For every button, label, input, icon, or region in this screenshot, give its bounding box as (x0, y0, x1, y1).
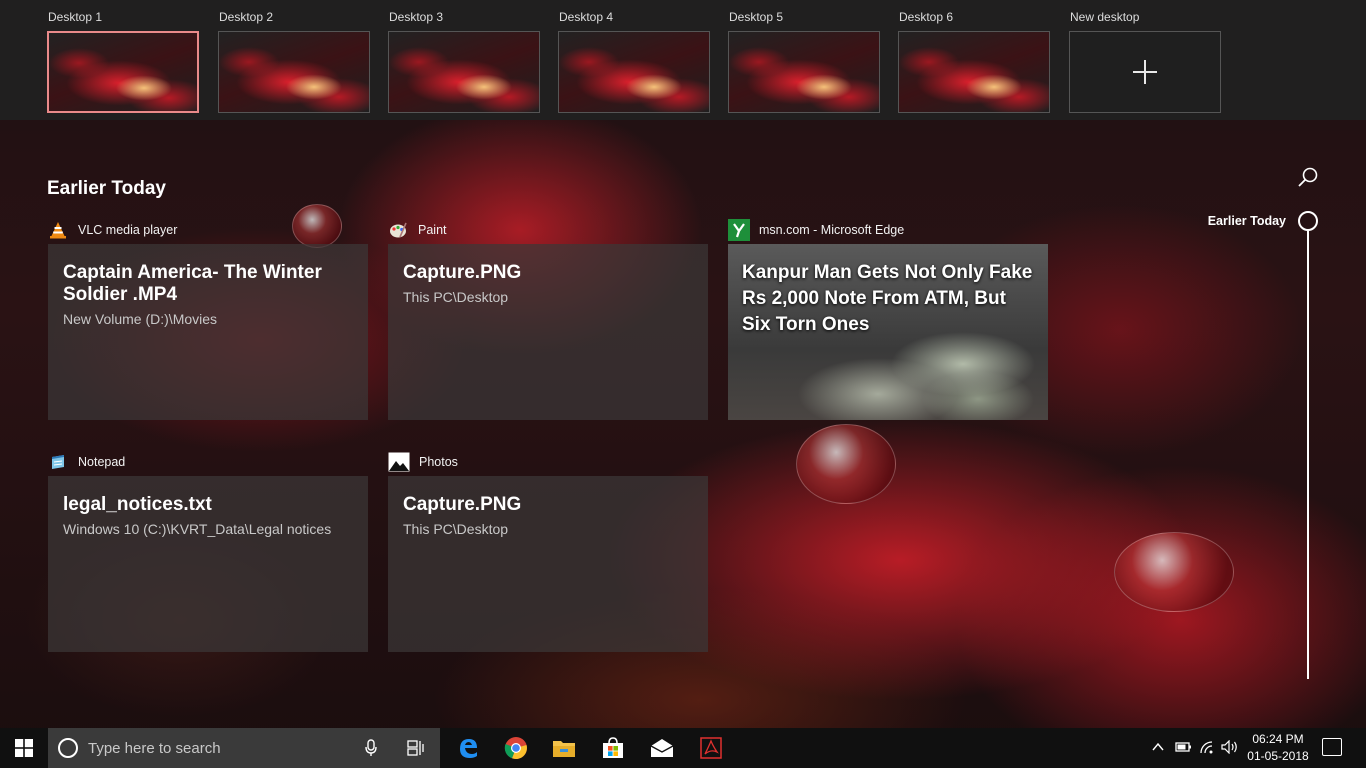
file-explorer-icon (553, 741, 575, 757)
desktop-thumbnail[interactable] (218, 31, 370, 113)
activity-app-name: VLC media player (78, 223, 178, 237)
action-center-icon[interactable] (1322, 738, 1342, 756)
taskbar-mail[interactable] (638, 728, 686, 768)
search-placeholder: Type here to search (88, 739, 221, 757)
activity-card[interactable]: Captain America- The Winter Soldier .MP4… (48, 244, 368, 420)
taskbar-store[interactable] (589, 728, 637, 768)
windows-icon (15, 739, 33, 757)
timeline-scrubber-knob[interactable] (1298, 211, 1318, 231)
activity-vlc[interactable]: VLC media player Captain America- The Wi… (48, 219, 368, 420)
desktop-label: Desktop 5 (729, 10, 784, 24)
store-icon (603, 737, 623, 758)
activity-app-header: VLC media player (48, 219, 368, 241)
activity-app-name: Photos (419, 455, 458, 469)
activity-card[interactable]: Capture.PNG This PC\Desktop (388, 476, 708, 652)
activity-title: legal_notices.txt (63, 494, 212, 515)
plus-icon (1133, 60, 1157, 84)
taskbar-search-box[interactable]: Type here to search (48, 728, 440, 768)
activity-title: Capture.PNG (403, 494, 522, 515)
desktop-label: Desktop 4 (559, 10, 614, 24)
mail-icon (650, 739, 674, 757)
activity-app-header: Photos (388, 451, 708, 473)
battery-icon[interactable] (1174, 740, 1192, 757)
activity-subtitle: New Volume (D:)\Movies (63, 311, 218, 327)
photos-icon (388, 451, 410, 473)
new-desktop-label: New desktop (1070, 10, 1140, 24)
timeline-scrubber-label[interactable]: Earlier Today (1188, 214, 1286, 228)
timeline-search-button[interactable] (1296, 166, 1320, 190)
desktop-1[interactable]: Desktop 1 (47, 10, 199, 113)
activity-app-name: Notepad (78, 455, 126, 469)
desktop-2[interactable]: Desktop 2 (218, 10, 370, 113)
activity-subtitle: Windows 10 (C:)\KVRT_Data\Legal notices (63, 521, 332, 537)
taskbar-chrome[interactable] (492, 728, 540, 768)
wifi-icon[interactable] (1199, 740, 1217, 757)
desktop-label: Desktop 2 (219, 10, 274, 24)
desktop-thumbnail[interactable] (388, 31, 540, 113)
activity-title: Capture.PNG (403, 262, 522, 283)
desktop-5[interactable]: Desktop 5 (728, 10, 880, 113)
clock-time: 06:24 PM (1252, 732, 1304, 746)
activity-paint[interactable]: Paint Capture.PNG This PC\Desktop (388, 219, 708, 420)
notepad-icon (48, 452, 68, 472)
search-icon (1298, 167, 1318, 187)
water-drop-decoration (796, 424, 896, 504)
taskbar-edge[interactable] (444, 728, 492, 768)
clock-date: 01-05-2018 (1247, 749, 1309, 763)
timeline-scrubber-track[interactable] (1307, 231, 1309, 679)
edge-icon (460, 739, 477, 758)
show-hidden-icons-chevron-icon[interactable] (1152, 740, 1164, 757)
desktop-thumbnail[interactable] (898, 31, 1050, 113)
activity-title: Captain America- The Winter Soldier .MP4 (63, 262, 322, 305)
pdf-icon (700, 737, 722, 759)
desktop-thumbnail[interactable] (558, 31, 710, 113)
timeline-section-title: Earlier Today (47, 178, 166, 199)
taskbar-file-explorer[interactable] (540, 728, 588, 768)
task-view-button[interactable] (400, 728, 432, 768)
activity-subtitle: This PC\Desktop (403, 289, 509, 305)
edge-site-icon (728, 219, 750, 241)
desktop-label: Desktop 1 (48, 10, 103, 24)
activity-app-header: Notepad (48, 451, 368, 473)
desktop-3[interactable]: Desktop 3 (388, 10, 540, 113)
microphone-icon[interactable] (364, 739, 378, 757)
system-clock[interactable]: 06:24 PM 01-05-2018 (1236, 731, 1320, 765)
cortana-icon (58, 738, 78, 758)
desktop-6[interactable]: Desktop 6 (898, 10, 1050, 113)
activity-msn-edge[interactable]: msn.com - Microsoft Edge Kanpur Man Gets… (728, 219, 1048, 420)
activity-notepad[interactable]: Notepad legal_notices.txt Windows 10 (C:… (48, 451, 368, 652)
activity-card[interactable]: Capture.PNG This PC\Desktop (388, 244, 708, 420)
virtual-desktops-bar: Desktop 1 Desktop 2 Desktop 3 Desktop 4 … (0, 0, 1366, 120)
activity-app-name: msn.com - Microsoft Edge (759, 223, 905, 237)
activity-app-header: msn.com - Microsoft Edge (728, 219, 1048, 241)
taskbar: Type here to search 06:24 PM 01-05-2018 (0, 728, 1366, 768)
activity-photos[interactable]: Photos Capture.PNG This PC\Desktop (388, 451, 708, 652)
water-drop-decoration (1114, 532, 1234, 612)
vlc-icon (48, 220, 68, 240)
desktop-label: Desktop 6 (899, 10, 954, 24)
desktop-4[interactable]: Desktop 4 (558, 10, 710, 113)
activity-card[interactable]: legal_notices.txt Windows 10 (C:)\KVRT_D… (48, 476, 368, 652)
desktop-thumbnail[interactable] (47, 31, 199, 113)
paint-icon (388, 220, 408, 240)
activity-card[interactable]: Kanpur Man Gets Not Only Fake Rs 2,000 N… (728, 244, 1048, 420)
new-desktop-button[interactable]: New desktop (1069, 10, 1221, 113)
activity-app-name: Paint (418, 223, 447, 237)
activity-title: Kanpur Man Gets Not Only Fake Rs 2,000 N… (742, 262, 1033, 335)
desktop-label: Desktop 3 (389, 10, 444, 24)
taskbar-pdf-reader[interactable] (687, 728, 735, 768)
new-desktop-tile[interactable] (1069, 31, 1221, 113)
task-view-icon (407, 740, 424, 756)
activity-app-header: Paint (388, 219, 708, 241)
start-button[interactable] (0, 728, 48, 768)
activity-subtitle: This PC\Desktop (403, 521, 509, 537)
desktop-thumbnail[interactable] (728, 31, 880, 113)
chrome-icon (504, 737, 527, 760)
